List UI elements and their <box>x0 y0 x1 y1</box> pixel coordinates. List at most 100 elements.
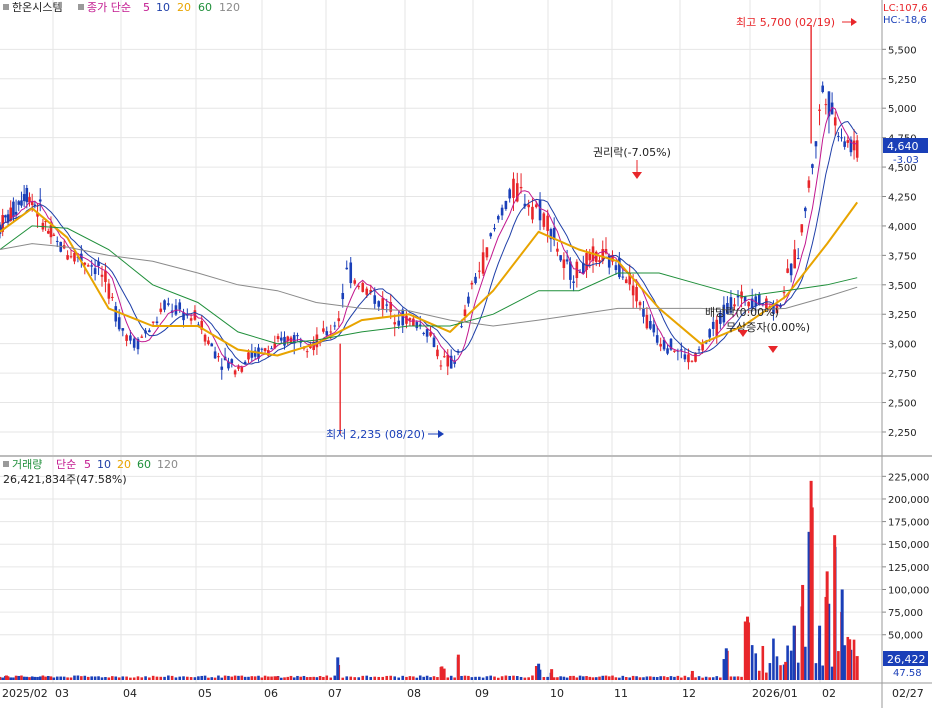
candle-body <box>708 329 711 338</box>
volume-peak-bar <box>833 535 837 680</box>
volume-bar <box>260 677 264 680</box>
volume-bar <box>733 676 736 680</box>
candle-body <box>814 141 818 147</box>
volume-bar <box>178 676 182 680</box>
candle-body <box>439 365 443 367</box>
date-tick-label: 10 <box>550 687 564 700</box>
volume-bar <box>478 676 481 680</box>
candle-body <box>111 296 114 298</box>
candle-body <box>132 338 136 348</box>
candle-body <box>565 259 569 262</box>
candle-body <box>432 337 436 347</box>
candle-body <box>474 276 477 284</box>
candle-body <box>538 199 542 221</box>
candle-body <box>531 206 534 220</box>
candle-body <box>401 309 405 326</box>
volume-bar <box>621 675 625 680</box>
candle-body <box>155 321 159 323</box>
volume-bar <box>186 676 189 680</box>
ma-legend-20: 20 <box>177 1 191 14</box>
volume-bar <box>86 676 90 680</box>
volume-bar <box>17 675 21 680</box>
volume-bar <box>345 676 349 680</box>
candle-body <box>425 329 429 337</box>
low-label: 최저 2,235 (08/20) <box>326 428 425 441</box>
date-tick-label: 08 <box>407 687 421 700</box>
candle-body <box>163 300 166 310</box>
volume-bar <box>631 675 635 680</box>
volume-bar <box>41 675 45 680</box>
volume-bar <box>470 677 474 680</box>
volume-bar <box>736 676 740 680</box>
volume-bar <box>33 676 37 680</box>
volume-bar <box>575 677 579 680</box>
volume-bar <box>497 677 500 680</box>
price-tick-label: 3,750 <box>888 251 917 262</box>
candle-body <box>361 282 365 292</box>
volume-bar <box>69 677 73 680</box>
volume-bar <box>167 675 170 680</box>
volume-bar <box>107 677 111 680</box>
candle-body <box>213 351 217 359</box>
volume-bar <box>243 676 247 680</box>
volume-bar <box>556 677 559 680</box>
volume-bar <box>144 676 147 680</box>
volume-bar <box>299 676 303 680</box>
volume-bar <box>768 663 772 680</box>
candle-body <box>357 286 361 288</box>
candle-body <box>635 286 638 302</box>
volume-bar <box>638 677 642 680</box>
candle-body <box>436 349 439 357</box>
candle-body <box>757 293 761 305</box>
candle-body <box>415 322 419 329</box>
candle-body <box>17 201 21 205</box>
volume-bar <box>44 676 47 680</box>
ma-legend-5: 5 <box>143 1 150 14</box>
volume-bar <box>1 677 4 680</box>
candle-body <box>66 255 69 260</box>
candle-body <box>824 104 828 106</box>
volume-peak-bar <box>855 656 859 680</box>
volume-bar <box>227 675 230 680</box>
volume-bar <box>843 645 846 680</box>
volume-bar <box>669 676 673 680</box>
volume-bar <box>36 676 39 680</box>
candle-body <box>90 265 93 267</box>
volume-bar <box>55 676 59 680</box>
volume-tick-label: 75,000 <box>888 608 923 619</box>
volume-bar <box>30 676 34 680</box>
volume-bar <box>559 676 562 680</box>
volume-ratio-value: 47.58 <box>893 668 922 679</box>
candle-body <box>690 360 694 362</box>
volume-bar <box>286 676 290 680</box>
candle-body <box>129 335 132 341</box>
volume-bar <box>680 677 683 680</box>
candle-body <box>220 366 224 370</box>
high-label: 최고 5,700 (02/19) <box>736 16 835 29</box>
volume-peak-bar <box>724 648 728 680</box>
volume-bar <box>373 676 377 680</box>
candle-body <box>542 213 546 227</box>
volume-bar <box>329 677 333 680</box>
candle-body <box>711 321 715 329</box>
volume-bar <box>585 676 588 680</box>
volume-bar <box>318 675 322 680</box>
volume-bar <box>683 675 687 680</box>
stock-chart[interactable]: 2,250 2,500 2,750 3,000 3,250 3,500 3,750 4,000… <box>0 0 932 708</box>
candle-body <box>638 302 642 306</box>
candle-body <box>846 140 850 143</box>
candle-body <box>345 267 349 270</box>
volume-bar <box>207 677 210 680</box>
candle-body <box>500 207 504 216</box>
volume-bar <box>90 676 93 680</box>
volume-bar <box>270 676 273 680</box>
volume-bar <box>607 676 611 680</box>
volume-bar <box>765 672 768 680</box>
ex-dividend-label: 배당락(0.00%) <box>705 306 779 319</box>
date-tick-label: 05 <box>198 687 212 700</box>
date-tick-label: 09 <box>475 687 489 700</box>
volume-ma-120: 120 <box>157 458 178 471</box>
volume-bar <box>397 677 401 680</box>
price-legend: 한온시스템 종가 단순 5 10 20 60 120 <box>3 1 240 14</box>
volume-bar <box>591 677 595 680</box>
